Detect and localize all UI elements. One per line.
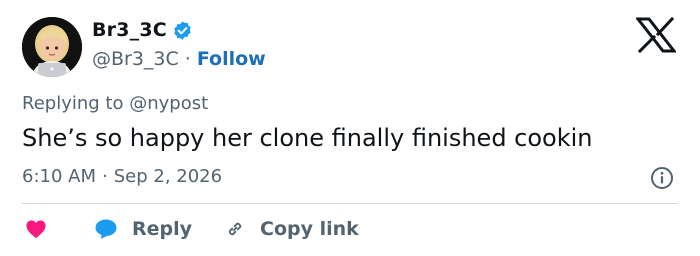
author-display-name[interactable]: Br3_3C xyxy=(92,19,167,41)
replying-to: Replying to @nypost xyxy=(22,93,208,114)
verified-badge-icon xyxy=(174,20,191,40)
timestamp-separator: · xyxy=(102,166,108,187)
author-handle[interactable]: @Br3_3C xyxy=(92,48,179,70)
link-icon xyxy=(228,222,242,236)
like-button[interactable] xyxy=(25,219,47,239)
heart-icon xyxy=(26,220,46,239)
author-handle-row: @Br3_3C · Follow xyxy=(92,48,266,70)
action-bar: Reply Copy link xyxy=(22,216,359,242)
avatar[interactable] xyxy=(22,17,82,77)
handle-separator: · xyxy=(184,48,191,70)
reply-label: Reply xyxy=(132,218,193,240)
copy-link-button[interactable]: Copy link xyxy=(224,218,359,240)
x-logo-icon[interactable] xyxy=(636,17,676,53)
replying-to-mention[interactable]: @nypost xyxy=(129,93,208,114)
follow-button[interactable]: Follow xyxy=(197,48,266,70)
memoji-avatar-icon xyxy=(22,17,82,77)
divider xyxy=(22,203,678,204)
copy-link-label: Copy link xyxy=(260,218,359,240)
author-name-row: Br3_3C xyxy=(92,19,193,41)
tweet-text: She’s so happy her clone finally finishe… xyxy=(22,124,593,152)
info-icon[interactable] xyxy=(650,166,674,190)
tweet-time: 6:10 AM xyxy=(22,166,96,187)
replying-to-prefix: Replying to xyxy=(22,93,124,114)
tweet-date: Sep 2, 2026 xyxy=(113,166,223,187)
tweet-timestamp[interactable]: 6:10 AM · Sep 2, 2026 xyxy=(22,166,222,187)
tweet-card: Br3_3C @Br3_3C · Follow Replying to @nyp… xyxy=(0,0,700,256)
reply-button[interactable]: Reply xyxy=(94,218,192,240)
reply-bubble-icon xyxy=(95,219,117,239)
